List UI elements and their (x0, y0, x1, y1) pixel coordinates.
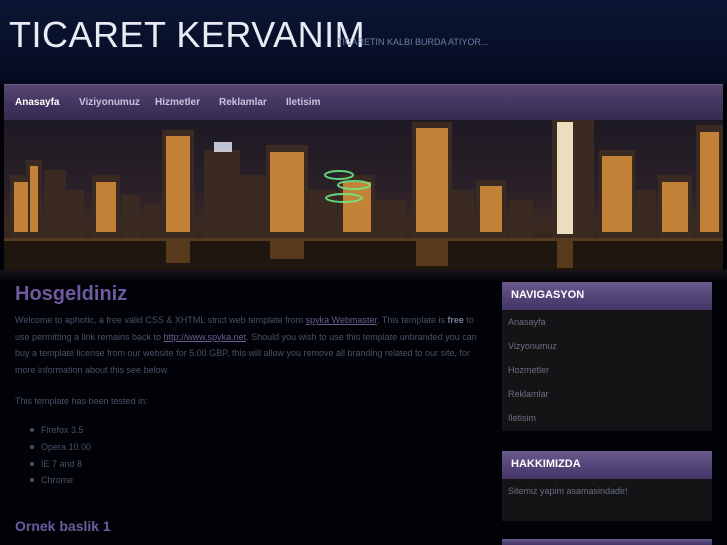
intro-paragraph: Welcome to aphotic, a free valid CSS & X… (15, 312, 485, 378)
city-skyline-image (4, 120, 723, 270)
bullet-icon (30, 445, 34, 449)
nav-item-iletisim[interactable]: Iletisim (286, 97, 320, 108)
bullet-icon (30, 462, 34, 466)
intro-text-2: . This template is (376, 315, 448, 325)
sidebar-link-hozmetler[interactable]: Hozmetler (508, 365, 549, 375)
sidebar-about-heading: HAKKIMIZDA (502, 451, 712, 479)
list-item: Opera 10.00 (41, 442, 92, 452)
sidebar-link-vizyonumuz[interactable]: Vizyonumuz (508, 341, 557, 351)
skyline-illustration (4, 120, 723, 270)
spyka-webmaster-link[interactable]: spyka Webmaster (306, 315, 377, 325)
page-title: Hosgeldiniz (15, 283, 128, 305)
sidebar-next-heading (502, 539, 712, 545)
sidebar-nav-title: NAVIGASYON (511, 289, 585, 301)
sidebar-nav-heading: NAVIGASYON (502, 282, 712, 310)
section-heading: Ornek baslik 1 (15, 518, 111, 534)
bullet-icon (30, 478, 34, 482)
spyka-url-link[interactable]: http://www.spyka.net (164, 332, 247, 342)
bullet-icon (30, 428, 34, 432)
banner-divider (0, 270, 727, 282)
intro-text-1: Welcome to aphotic, a free valid CSS & X… (15, 315, 306, 325)
sidebar-about-title: HAKKIMIZDA (511, 458, 581, 470)
main-nav: Anasayfa Viziyonumuz Hizmetler Reklamlar… (4, 84, 723, 120)
sidebar-about-text: Sitemiz yapim asamasindadir! (508, 486, 628, 496)
list-item: Firefox 3.5 (41, 425, 84, 435)
site-header: TICARET KERVANIM TICARETIN KALBI BURDA A… (0, 0, 727, 84)
intro-bold: free (447, 315, 464, 325)
list-item: Chrome (41, 475, 74, 485)
site-title[interactable]: TICARET KERVANIM (9, 14, 365, 56)
sidebar-link-reklamlar[interactable]: Reklamlar (508, 389, 549, 399)
nav-item-anasayfa[interactable]: Anasayfa (15, 97, 59, 108)
sidebar-link-anasayfa[interactable]: Anasayfa (508, 317, 546, 327)
sidebar-link-iletisim[interactable]: Iletisim (508, 413, 536, 423)
nav-item-hizmetler[interactable]: Hizmetler (155, 97, 200, 108)
nav-item-viziyonumuz[interactable]: Viziyonumuz (79, 97, 140, 108)
list-item: IE 7 and 8 (41, 459, 83, 469)
site-tagline: TICARETIN KALBI BURDA ATIYOR... (337, 37, 489, 47)
tested-text: This template has been tested in: (15, 396, 148, 406)
nav-item-reklamlar[interactable]: Reklamlar (219, 97, 267, 108)
